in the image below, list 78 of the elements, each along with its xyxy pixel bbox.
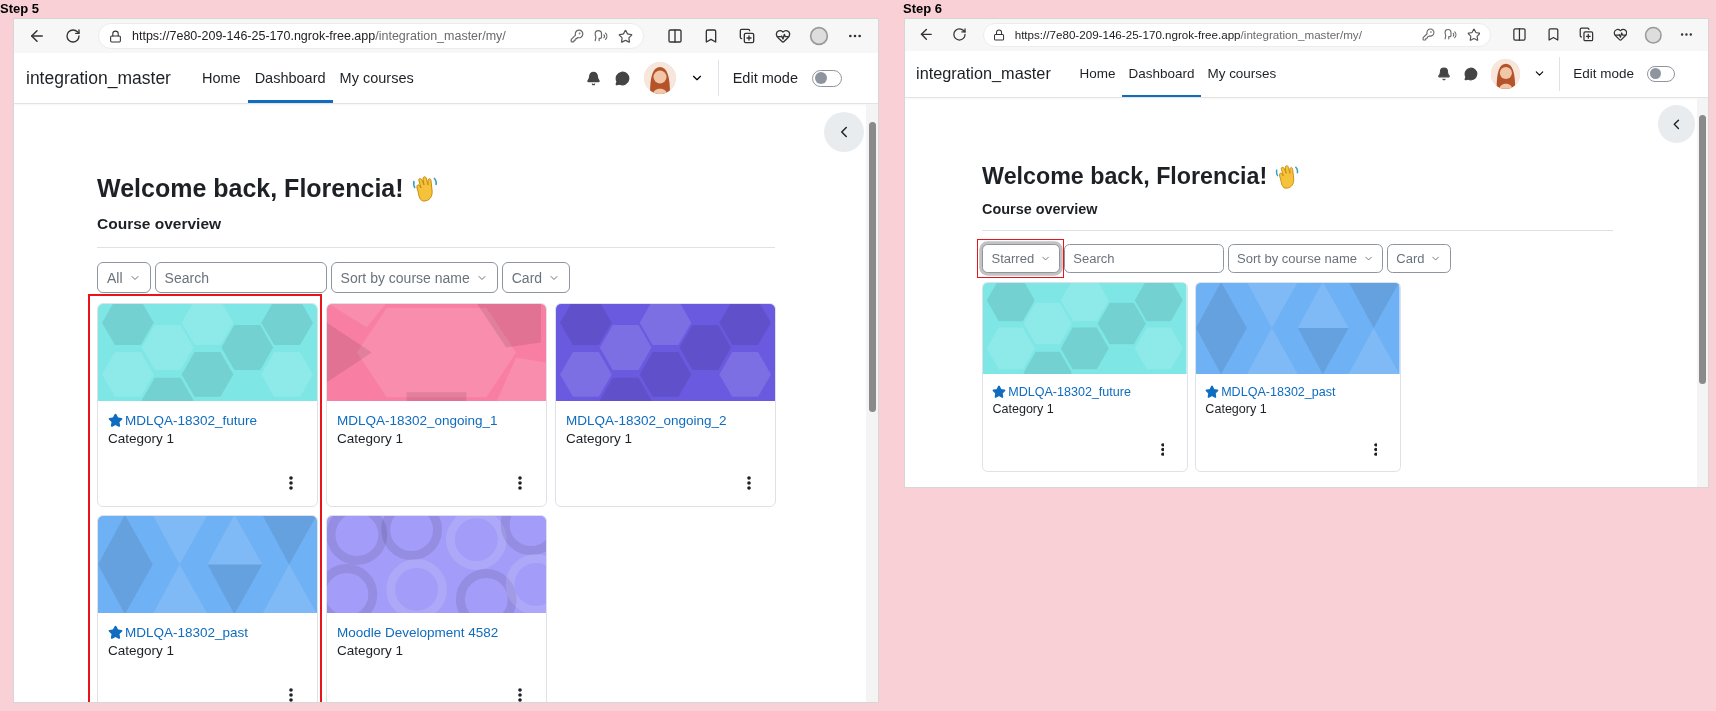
url-text: https://7e80-209-146-25-170.ngrok-free.app/integration_master/my/ [1014, 28, 1363, 42]
filter-dropdown[interactable]: Starred [982, 244, 1061, 274]
user-avatar[interactable] [643, 62, 676, 94]
key-icon[interactable] [1421, 28, 1435, 42]
more-actions-button[interactable] [1160, 443, 1165, 457]
drawer-toggle-button[interactable] [824, 112, 864, 152]
course-category: Category 1 [108, 643, 176, 658]
kebab-icon [289, 476, 293, 490]
filter-dropdown[interactable]: Sort by course name [330, 262, 498, 293]
drawer-toggle-button[interactable] [1658, 105, 1696, 143]
edit-mode-switch[interactable] [812, 69, 842, 87]
course-link[interactable]: MDLQA-18302_past [1205, 384, 1391, 399]
notification-icon[interactable] [585, 70, 601, 86]
star-icon[interactable] [618, 28, 633, 44]
speech-icon[interactable] [594, 29, 608, 43]
edit-mode-switch[interactable] [1646, 65, 1675, 82]
edit-mode-label: Edit mode [1573, 66, 1634, 82]
welcome-heading: Welcome back, Florencia! [982, 163, 1268, 191]
key-icon[interactable] [570, 29, 584, 43]
edit-mode-label: Edit mode [732, 70, 798, 86]
search-field[interactable]: Search [154, 262, 327, 293]
nav-link[interactable]: Home [194, 53, 248, 103]
section-title: Course overview [97, 215, 223, 233]
filter-dropdown[interactable]: Card [501, 262, 571, 293]
course-category: Category 1 [1205, 401, 1268, 416]
filter-dropdown[interactable]: Card [1386, 244, 1451, 274]
message-icon[interactable] [1463, 66, 1478, 81]
more-actions-button[interactable] [518, 688, 522, 702]
more-actions-button[interactable] [289, 476, 293, 490]
kebab-icon [1160, 443, 1165, 457]
filter-dropdown[interactable]: Sort by course name [1227, 244, 1384, 274]
address-field[interactable]: https://7e80-209-146-25-170.ngrok-free.app/integration_master/my/ [983, 22, 1491, 47]
nav-link[interactable]: Dashboard [1122, 50, 1201, 98]
course-link[interactable]: MDLQA-18302_past [108, 625, 307, 640]
section-title: Course overview [982, 201, 1099, 218]
filter-dropdown[interactable]: All [97, 262, 151, 293]
site-brand[interactable]: integration_master [916, 50, 1051, 98]
site-brand[interactable]: integration_master [26, 53, 171, 103]
scrollbar[interactable] [866, 104, 878, 702]
nav-link[interactable]: Home [1073, 50, 1123, 98]
nav-link[interactable]: Dashboard [247, 53, 333, 103]
course-link[interactable]: MDLQA-18302_ongoing_2 [566, 413, 765, 428]
more-actions-button[interactable] [747, 476, 751, 490]
address-field[interactable]: https://7e80-209-146-25-170.ngrok-free.app/integration_master/my/ [98, 23, 644, 49]
course-link[interactable]: MDLQA-18302_future [992, 384, 1178, 399]
notification-icon[interactable] [1436, 66, 1451, 81]
course-category: Category 1 [992, 401, 1055, 416]
step-label: Step 5 [0, 0, 40, 18]
kebab-icon [1373, 443, 1378, 457]
speech-icon[interactable] [1444, 28, 1458, 42]
kebab-icon [518, 476, 522, 490]
waving-hand-icon [411, 174, 438, 203]
lock-icon [109, 29, 122, 43]
nav-link[interactable]: My courses [1200, 50, 1283, 98]
course-category: Category 1 [337, 431, 405, 446]
url-text: https://7e80-209-146-25-170.ngrok-free.app/integration_master/my/ [132, 29, 507, 43]
kebab-icon [289, 688, 293, 702]
course-link[interactable]: MDLQA-18302_ongoing_1 [337, 413, 536, 428]
lock-icon [993, 28, 1006, 41]
scrollbar[interactable] [1697, 98, 1709, 487]
more-actions-button[interactable] [518, 476, 522, 490]
kebab-icon [747, 476, 751, 490]
course-category: Category 1 [108, 431, 176, 446]
course-link[interactable]: Moodle Development 4582 [337, 625, 536, 640]
more-actions-button[interactable] [289, 688, 293, 702]
welcome-heading: Welcome back, Florencia! [97, 174, 404, 203]
search-field[interactable]: Search [1063, 244, 1224, 274]
nav-link[interactable]: My courses [332, 53, 421, 103]
course-link[interactable]: MDLQA-18302_future [108, 413, 307, 428]
waving-hand-icon [1274, 163, 1299, 190]
step-label: Step 6 [903, 0, 943, 18]
course-category: Category 1 [337, 643, 405, 658]
more-actions-button[interactable] [1373, 443, 1378, 457]
kebab-icon [518, 688, 522, 702]
course-category: Category 1 [566, 431, 634, 446]
message-icon[interactable] [614, 70, 630, 86]
star-icon[interactable] [1466, 27, 1481, 42]
user-avatar[interactable] [1490, 58, 1521, 89]
